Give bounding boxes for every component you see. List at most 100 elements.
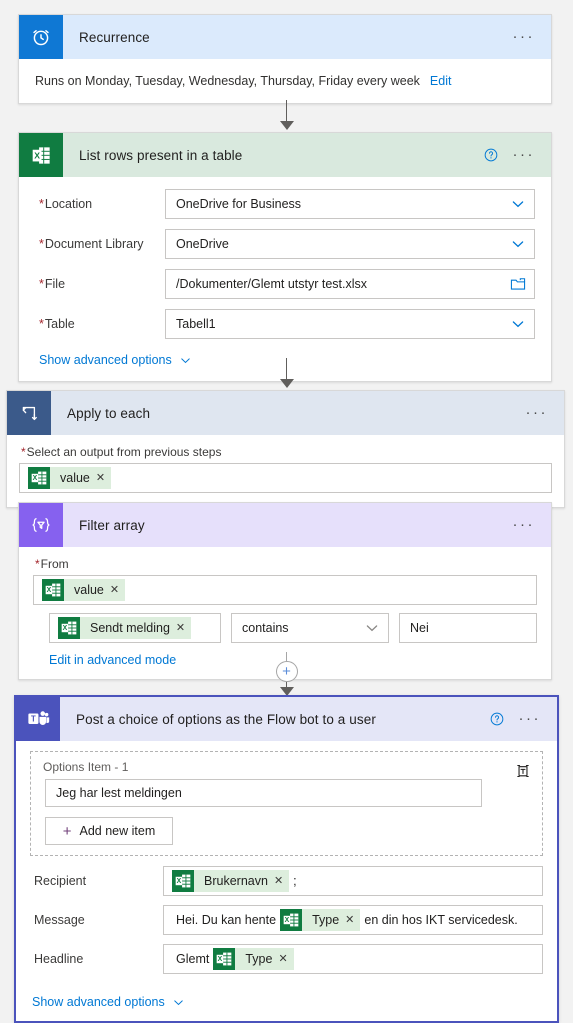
card-header-filter-array[interactable]: Filter array ··· <box>19 503 551 547</box>
token-remove-icon[interactable]: ✕ <box>274 875 283 887</box>
field-row-message: Message Hei. Du kan hente X Type ✕ en di… <box>30 905 543 935</box>
filter-condition-value: Nei <box>410 621 429 635</box>
options-item-value: Jeg har lest meldingen <box>56 786 182 800</box>
options-item-input[interactable]: Jeg har lest meldingen <box>45 779 482 807</box>
filter-condition-value-input[interactable]: Nei <box>399 613 537 643</box>
apply-output-input[interactable]: X value ✕ <box>19 463 552 493</box>
more-options-button[interactable]: ··· <box>513 29 536 44</box>
more-options-button[interactable]: ··· <box>526 405 549 420</box>
connector-listrows-to-applytoeach <box>0 358 573 388</box>
headline-input[interactable]: Glemt X Type ✕ <box>163 944 543 974</box>
svg-text:X: X <box>63 625 68 632</box>
step-card-recurrence[interactable]: Recurrence ··· Runs on Monday, Tuesday, … <box>18 14 552 104</box>
token-label: Brukernavn <box>204 874 268 888</box>
token-remove-icon[interactable]: ✕ <box>176 622 185 634</box>
recurrence-edit-link[interactable]: Edit <box>430 74 452 88</box>
connector-line <box>286 358 287 379</box>
token-brukernavn[interactable]: X Brukernavn ✕ <box>172 870 290 892</box>
token-label: Type <box>245 952 273 966</box>
svg-text:X: X <box>47 587 52 594</box>
required-asterisk: * <box>39 237 44 251</box>
field-row-recipient: Recipient X Brukernavn ✕ ; <box>30 866 543 896</box>
svg-text:X: X <box>34 150 40 160</box>
table-value: Tabell1 <box>176 317 216 331</box>
message-input[interactable]: Hei. Du kan hente X Type ✕ en din hos IK… <box>163 905 543 935</box>
connector-line <box>286 100 287 121</box>
card-title-filter-array: Filter array <box>79 517 145 533</box>
location-dropdown[interactable]: OneDrive for Business <box>165 189 535 219</box>
more-options-button[interactable]: ··· <box>519 711 542 726</box>
card-header-post-choice[interactable]: T Post a choice of options as the Flow b… <box>16 697 557 741</box>
token-label: value <box>60 471 90 485</box>
token-label: Type <box>312 913 340 927</box>
connector-arrow-icon <box>279 121 294 130</box>
trash-icon[interactable] <box>514 761 532 779</box>
connector-arrow-icon <box>279 379 294 388</box>
more-options-button[interactable]: ··· <box>513 147 536 162</box>
help-icon[interactable] <box>483 147 499 163</box>
token-type[interactable]: X Type ✕ <box>280 909 361 931</box>
add-new-item-label: Add new item <box>79 824 156 838</box>
card-header-list-rows[interactable]: X List rows present in a table ··· <box>19 133 551 177</box>
filter-from-label: *From <box>35 557 69 571</box>
token-type[interactable]: X Type ✕ <box>213 948 294 970</box>
excel-icon: X <box>213 948 236 970</box>
document-library-dropdown[interactable]: OneDrive <box>165 229 535 259</box>
card-header-recurrence[interactable]: Recurrence ··· <box>19 15 551 59</box>
card-body-list-rows: *Location OneDrive for Business *Documen… <box>19 177 551 381</box>
token-sendt-melding[interactable]: X Sendt melding ✕ <box>58 617 192 639</box>
show-advanced-options-link[interactable]: Show advanced options <box>32 995 185 1009</box>
connector-line <box>286 652 287 661</box>
show-advanced-options-label: Show advanced options <box>32 995 165 1009</box>
required-asterisk: * <box>39 317 44 331</box>
step-card-apply-to-each[interactable]: Apply to each ··· *Select an output from… <box>6 390 565 508</box>
svg-text:X: X <box>33 475 38 482</box>
connector-recurrence-to-listrows <box>0 100 573 130</box>
recipient-input[interactable]: X Brukernavn ✕ ; <box>163 866 543 896</box>
filter-operator-dropdown[interactable]: contains <box>231 613 389 643</box>
card-header-apply-to-each[interactable]: Apply to each ··· <box>7 391 564 435</box>
token-label: Sendt melding <box>90 621 170 635</box>
chevron-down-icon <box>512 321 524 328</box>
field-label-table: *Table <box>39 317 75 331</box>
headline-text-before: Glemt <box>176 952 210 966</box>
card-header-actions: ··· <box>483 147 552 163</box>
folder-picker-icon[interactable] <box>510 277 526 291</box>
filter-condition-left-input[interactable]: X Sendt melding ✕ <box>49 613 221 643</box>
excel-icon: X <box>42 579 64 601</box>
add-new-item-button[interactable]: + Add new item <box>45 817 173 845</box>
token-value[interactable]: X value ✕ <box>28 467 112 489</box>
recipient-separator: ; <box>293 874 297 888</box>
filter-condition-row: X Sendt melding ✕ contains Nei <box>33 613 537 643</box>
connector-add-step: + <box>0 652 573 696</box>
advanced-options-row-post-choice: Show advanced options <box>30 983 543 1009</box>
step-card-list-rows[interactable]: X List rows present in a table ··· *Loca… <box>18 132 552 382</box>
apply-output-label: *Select an output from previous steps <box>21 445 222 459</box>
file-input[interactable]: /Dokumenter/Glemt utstyr test.xlsx <box>165 269 535 299</box>
token-remove-icon[interactable]: ✕ <box>110 584 119 596</box>
card-header-actions: ··· <box>526 405 565 420</box>
svg-text:X: X <box>218 956 223 963</box>
token-remove-icon[interactable]: ✕ <box>278 953 287 965</box>
plus-icon: + <box>62 822 72 840</box>
add-step-button[interactable]: + <box>275 660 298 683</box>
card-header-actions: ··· <box>513 29 552 44</box>
options-item-group: Options Item - 1 Jeg har lest meldingen … <box>30 751 543 856</box>
card-title-recurrence: Recurrence <box>79 29 150 45</box>
table-dropdown[interactable]: Tabell1 <box>165 309 535 339</box>
required-asterisk: * <box>35 557 40 571</box>
token-remove-icon[interactable]: ✕ <box>345 914 354 926</box>
step-card-post-choice[interactable]: T Post a choice of options as the Flow b… <box>14 695 559 1023</box>
excel-icon: X <box>28 467 50 489</box>
help-icon[interactable] <box>489 711 505 727</box>
field-row-location: *Location OneDrive for Business <box>35 189 535 219</box>
more-options-button[interactable]: ··· <box>513 517 536 532</box>
card-body-recurrence: Runs on Monday, Tuesday, Wednesday, Thur… <box>19 59 551 103</box>
options-item-label: Options Item - 1 <box>43 760 129 774</box>
token-remove-icon[interactable]: ✕ <box>96 472 105 484</box>
token-value[interactable]: X value ✕ <box>42 579 126 601</box>
required-asterisk: * <box>39 277 44 291</box>
filter-from-input[interactable]: X value ✕ <box>33 575 537 605</box>
document-library-value: OneDrive <box>176 237 229 251</box>
field-label-location: *Location <box>39 197 93 211</box>
